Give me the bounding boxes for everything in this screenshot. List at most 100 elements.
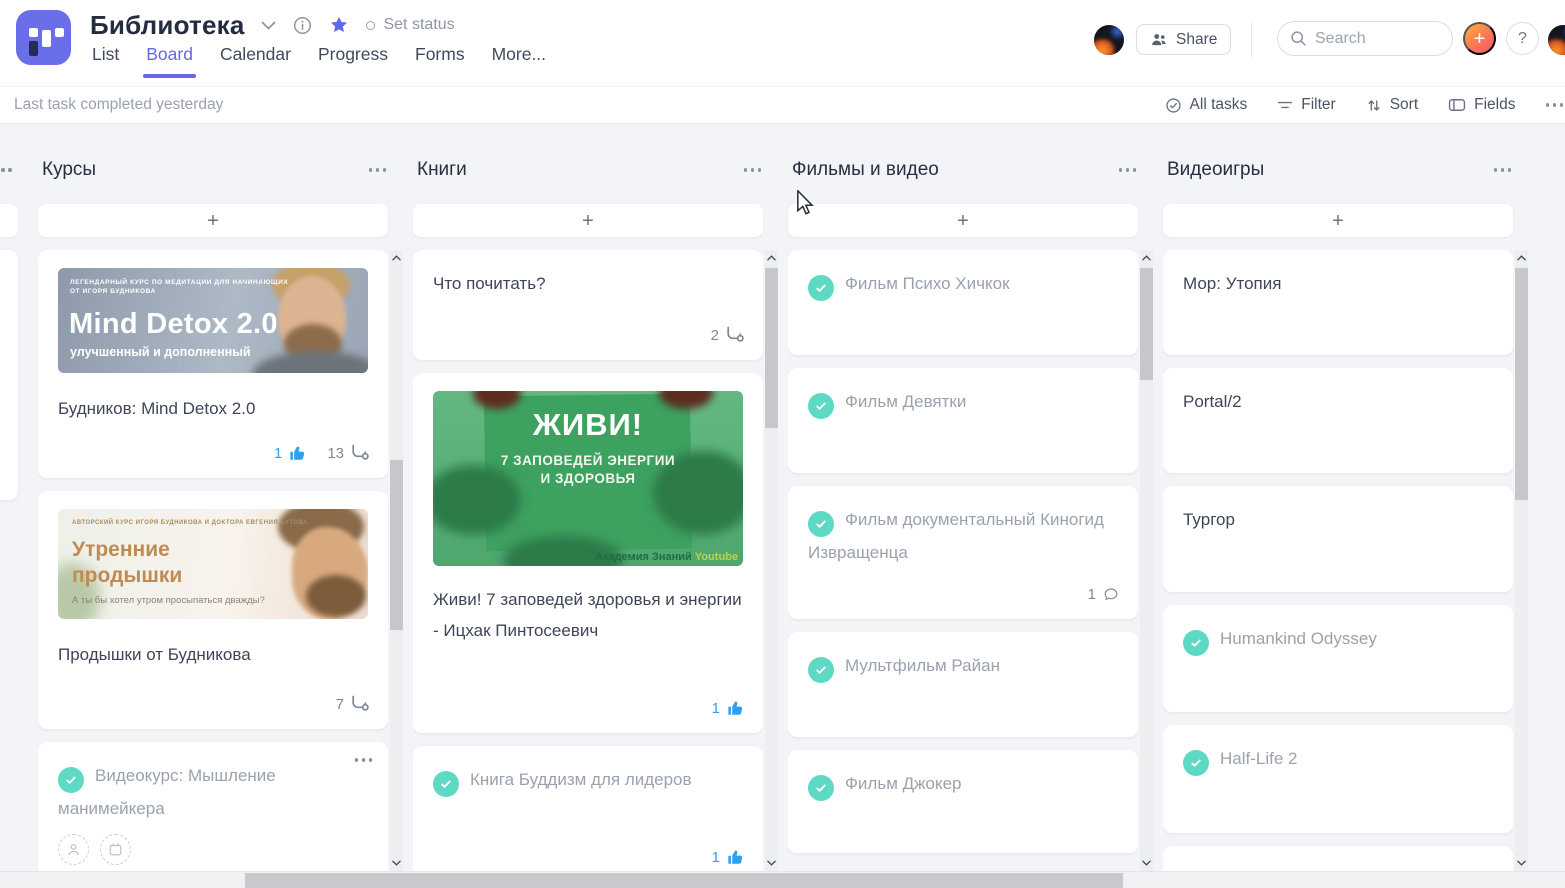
completed-check-icon[interactable]	[1183, 630, 1209, 656]
task-card[interactable]: Portal/2	[1163, 368, 1513, 473]
column-more-icon[interactable]	[1119, 168, 1137, 172]
likes-count[interactable]: 1	[712, 699, 745, 717]
task-card[interactable]: Half-Life 2	[1163, 725, 1513, 833]
column-more-icon[interactable]	[369, 168, 387, 172]
scroll-down-icon[interactable]	[1515, 856, 1528, 870]
task-card[interactable]: Книга Буддизм для лидеров 1	[413, 746, 763, 871]
comments-value: 1	[1088, 586, 1096, 603]
column-more-icon[interactable]	[1494, 168, 1512, 172]
tab-forms[interactable]: Forms	[415, 44, 465, 65]
scroll-up-icon[interactable]	[1140, 251, 1153, 265]
quick-add-button[interactable]: +	[1463, 22, 1496, 55]
column-scrollbar[interactable]	[765, 250, 778, 871]
task-card[interactable]: Фильм Психо Хичкок	[788, 250, 1138, 355]
task-card[interactable]: Фильм Джокер	[788, 750, 1138, 853]
fields-card-icon	[1448, 98, 1466, 112]
completed-check-icon[interactable]	[808, 275, 834, 301]
column-scrollbar[interactable]	[390, 250, 403, 871]
card-title: Мультфильм Райан	[808, 650, 1118, 683]
add-card-button[interactable]: +	[788, 204, 1138, 237]
search-input[interactable]	[1315, 30, 1425, 48]
completed-check-icon[interactable]	[1183, 750, 1209, 776]
scrollbar-thumb[interactable]	[765, 268, 778, 428]
scroll-down-icon[interactable]	[390, 856, 403, 870]
subtasks-branch-icon	[350, 444, 370, 462]
toolbar-more-icon[interactable]	[1546, 103, 1564, 107]
help-button[interactable]: ?	[1506, 22, 1539, 55]
completed-check-icon[interactable]	[808, 657, 834, 683]
subtasks-count[interactable]: 13	[327, 444, 370, 462]
scroll-up-icon[interactable]	[1515, 251, 1528, 265]
comments-count[interactable]: 1	[1088, 586, 1120, 603]
prev-column-card[interactable]	[0, 250, 18, 500]
all-tasks-filter[interactable]: All tasks	[1165, 96, 1248, 114]
prev-column-more-icon[interactable]	[0, 168, 12, 172]
sort-button[interactable]: Sort	[1366, 96, 1418, 114]
fields-button[interactable]: Fields	[1448, 96, 1515, 114]
add-card-button[interactable]: +	[413, 204, 763, 237]
completed-check-icon[interactable]	[808, 393, 834, 419]
completed-check-icon[interactable]	[808, 775, 834, 801]
likes-count[interactable]: 1	[274, 444, 307, 462]
task-card-partial[interactable]	[1163, 846, 1513, 871]
card-more-icon[interactable]	[355, 758, 373, 762]
info-icon[interactable]	[293, 16, 312, 35]
scroll-up-icon[interactable]	[390, 251, 403, 265]
filter-button[interactable]: Filter	[1277, 96, 1335, 114]
task-card[interactable]: Мор: Утопия	[1163, 250, 1513, 355]
share-button[interactable]: Share	[1136, 24, 1231, 55]
task-card[interactable]: Что почитать? 2	[413, 250, 763, 360]
workspace-logo-icon[interactable]	[16, 10, 71, 65]
add-card-button[interactable]: +	[1163, 204, 1513, 237]
scrollbar-thumb[interactable]	[1140, 268, 1153, 380]
favorite-star-icon[interactable]	[329, 15, 349, 35]
task-card[interactable]: Мультфильм Райан	[788, 632, 1138, 737]
tab-progress[interactable]: Progress	[318, 44, 388, 65]
column-scrollbar[interactable]	[1515, 250, 1528, 871]
add-card-button[interactable]: +	[38, 204, 388, 237]
card-title: Продышки от Будникова	[58, 639, 368, 670]
completed-check-icon[interactable]	[808, 511, 834, 537]
board-horizontal-scrollbar[interactable]	[0, 871, 1565, 888]
task-card[interactable]: ЛЕГЕНДАРНЫЙ КУРС ПО МЕДИТАЦИИ ДЛЯ НАЧИНА…	[38, 250, 388, 478]
assignee-placeholder[interactable]	[58, 834, 89, 865]
column-more-icon[interactable]	[744, 168, 762, 172]
scroll-down-icon[interactable]	[1140, 856, 1153, 870]
likes-value: 1	[712, 700, 720, 717]
scrollbar-thumb[interactable]	[245, 873, 1123, 888]
scrollbar-thumb[interactable]	[390, 460, 403, 630]
task-card[interactable]: Тургор	[1163, 486, 1513, 592]
subtasks-count[interactable]: 7	[336, 695, 370, 713]
tab-more[interactable]: More...	[492, 44, 546, 65]
card-footer: 1 13	[274, 444, 370, 462]
task-card[interactable]: АВТОРСКИЙ КУРС ИГОРЯ БУДНИКОВА И ДОКТОРА…	[38, 491, 388, 729]
set-status-button[interactable]: Set status	[366, 16, 454, 34]
scroll-down-icon[interactable]	[765, 856, 778, 870]
search-box[interactable]	[1277, 21, 1453, 56]
likes-count[interactable]: 1	[712, 848, 745, 866]
task-card[interactable]: Фильм Девятки	[788, 368, 1138, 473]
toolbar-actions: All tasks Filter Sort Fields	[1165, 87, 1565, 123]
prev-column-add-button[interactable]	[0, 204, 18, 237]
due-date-placeholder[interactable]	[100, 834, 131, 865]
tab-calendar[interactable]: Calendar	[220, 44, 291, 65]
scroll-up-icon[interactable]	[765, 251, 778, 265]
secondary-avatar[interactable]	[1548, 25, 1565, 55]
header-divider	[1251, 22, 1252, 58]
user-avatar[interactable]	[1094, 25, 1124, 55]
fields-label: Fields	[1474, 96, 1515, 114]
completed-check-icon[interactable]	[433, 771, 459, 797]
task-card[interactable]: ЖИВИ! 7 ЗАПОВЕДЕЙ ЭНЕРГИИ И ЗДОРОВЬЯ Ака…	[413, 373, 763, 733]
column-scrollbar[interactable]	[1140, 250, 1153, 871]
cover-eyebrow: АВТОРСКИЙ КУРС ИГОРЯ БУДНИКОВА И ДОКТОРА…	[72, 520, 308, 526]
subtasks-count[interactable]: 2	[711, 326, 745, 344]
tab-board[interactable]: Board	[146, 44, 193, 65]
card-title: Видеокурс: Мышление манимейкера	[58, 760, 368, 824]
task-card[interactable]: Видеокурс: Мышление манимейкера	[38, 742, 388, 871]
task-card[interactable]: Фильм документальный Киногид Извращенца …	[788, 486, 1138, 619]
chevron-down-icon[interactable]	[261, 21, 276, 30]
scrollbar-thumb[interactable]	[1515, 268, 1528, 500]
completed-check-icon[interactable]	[58, 767, 84, 793]
tab-list[interactable]: List	[92, 44, 119, 65]
task-card[interactable]: Humankind Odyssey	[1163, 605, 1513, 712]
